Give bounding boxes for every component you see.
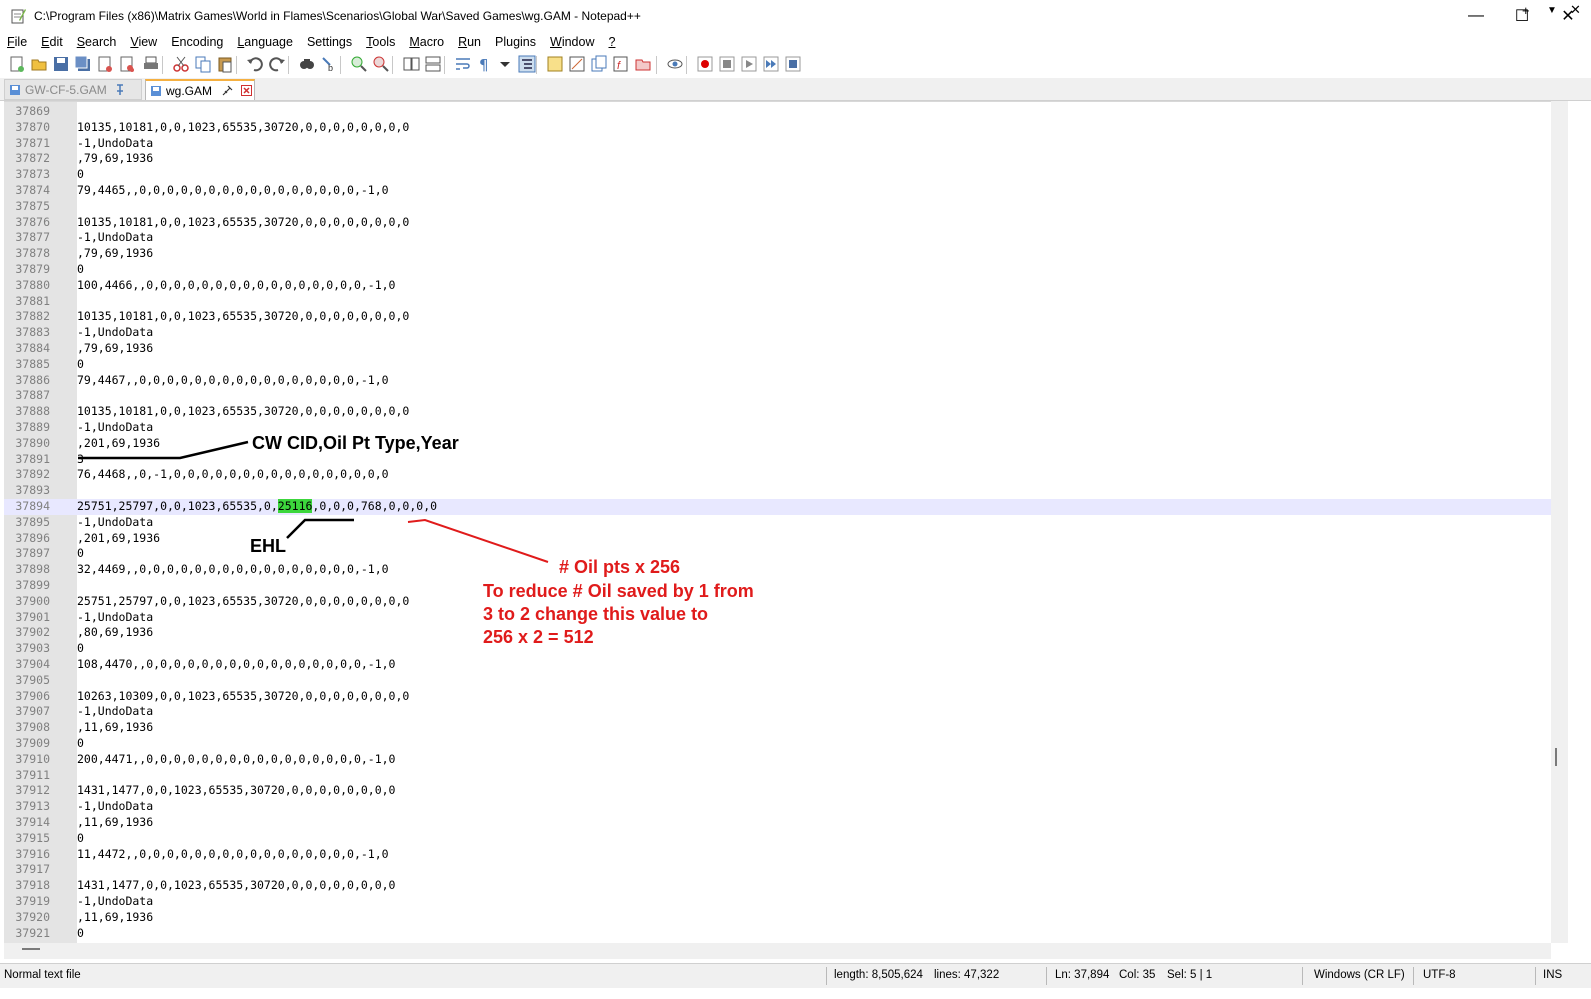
status-file-type: Normal text file bbox=[4, 969, 81, 981]
annotation-oil-title: # Oil pts x 256 bbox=[559, 557, 681, 577]
status-length: length: 8,505,624 bbox=[834, 969, 923, 981]
annotation-cw-cid: CW CID,Oil Pt Type,Year bbox=[252, 433, 459, 453]
annotation-lines bbox=[78, 440, 549, 563]
status-ln: Ln: 37,894 bbox=[1055, 969, 1110, 981]
annotation-oil-line2: 3 to 2 change this value to bbox=[483, 604, 709, 624]
status-divider bbox=[1046, 967, 1047, 985]
status-encoding: UTF-8 bbox=[1423, 969, 1456, 981]
ehl-pointer-line bbox=[286, 518, 354, 539]
annotation-ehl: EHL bbox=[250, 536, 286, 556]
status-lines: lines: 47,322 bbox=[934, 969, 1000, 981]
status-divider bbox=[1535, 967, 1536, 985]
status-col: Col: 35 bbox=[1119, 969, 1156, 981]
status-divider bbox=[1413, 967, 1414, 985]
annotation-oil-line3: 256 x 2 = 512 bbox=[483, 627, 594, 647]
oil-pointer-line bbox=[407, 518, 549, 563]
status-divider bbox=[826, 967, 827, 985]
cw-pointer-line bbox=[78, 440, 249, 460]
annotation-oil-line1: To reduce # Oil saved by 1 from bbox=[483, 581, 754, 601]
status-bar: Normal text file length: 8,505,624 lines… bbox=[0, 963, 1591, 988]
status-eol: Windows (CR LF) bbox=[1314, 969, 1405, 981]
status-mode: INS bbox=[1543, 969, 1563, 981]
status-divider bbox=[1302, 967, 1303, 985]
status-sel: Sel: 5 | 1 bbox=[1167, 969, 1213, 981]
